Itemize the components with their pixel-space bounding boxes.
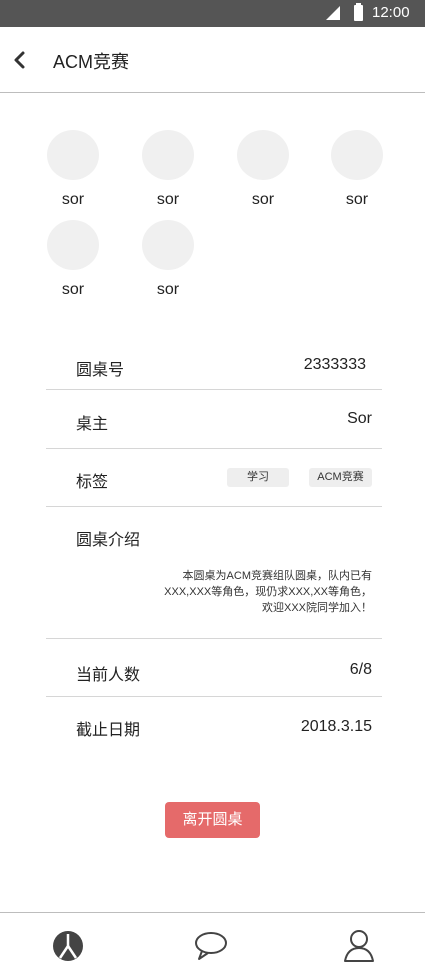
avatar	[142, 220, 194, 270]
chevron-left-icon	[14, 51, 25, 69]
table-id-label: 圆桌号	[76, 362, 125, 379]
avatar	[47, 220, 99, 270]
member-count-value: 6/8	[349, 661, 372, 678]
member-name: sor	[61, 281, 85, 298]
avatar	[331, 130, 383, 180]
leave-table-button[interactable]: 离开圆桌	[165, 802, 260, 838]
member-item[interactable]: sor	[233, 130, 293, 209]
battery-icon	[354, 3, 363, 21]
deadline-label: 截止日期	[76, 722, 141, 739]
intro-line: 本圆桌为ACM竞赛组队圆桌，队内已有	[182, 570, 372, 582]
deadline-row: 截止日期 2018.3.15	[46, 697, 382, 754]
member-item[interactable]: sor	[138, 220, 198, 299]
tab-roundtable[interactable]	[48, 925, 88, 965]
tags-row: 标签 学习 ACM竞赛	[46, 449, 382, 506]
intro-label: 圆桌介绍	[76, 532, 141, 549]
intro-text: 本圆桌为ACM竞赛组队圆桌，队内已有 XXX,XXX等角色，现仍求XXX,XX等…	[112, 568, 372, 616]
tab-messages[interactable]	[191, 925, 231, 965]
member-item[interactable]: sor	[43, 220, 103, 299]
status-bar: 12:00	[0, 0, 425, 27]
chat-bubble-icon	[195, 932, 227, 960]
status-time: 12:00	[372, 4, 410, 21]
member-item[interactable]: sor	[327, 130, 387, 209]
avatar	[47, 130, 99, 180]
member-name: sor	[156, 281, 180, 298]
member-count-row: 当前人数 6/8	[46, 639, 382, 696]
signal-icon	[326, 6, 340, 20]
member-name: sor	[156, 191, 180, 208]
tab-profile[interactable]	[339, 925, 379, 965]
header: ACM竞赛	[0, 27, 425, 93]
tags-label: 标签	[76, 474, 109, 491]
intro-row: 圆桌介绍 本圆桌为ACM竞赛组队圆桌，队内已有 XXX,XXX等角色，现仍求XX…	[46, 507, 382, 638]
roundtable-icon	[53, 931, 83, 961]
member-count-label: 当前人数	[76, 667, 141, 684]
intro-line: 欢迎XXX院同学加入！	[261, 602, 372, 614]
member-name: sor	[61, 191, 85, 208]
member-name: sor	[345, 191, 369, 208]
deadline-value: 2018.3.15	[300, 718, 372, 735]
owner-label: 桌主	[76, 416, 109, 433]
page-title: ACM竞赛	[53, 52, 129, 72]
table-id-value: 2333333	[303, 356, 366, 373]
member-item[interactable]: sor	[138, 130, 198, 209]
tag-badge[interactable]: ACM竞赛	[309, 468, 372, 487]
avatar	[237, 130, 289, 180]
member-item[interactable]: sor	[43, 130, 103, 209]
member-name: sor	[251, 191, 275, 208]
table-id-row: 圆桌号 2333333	[46, 340, 382, 390]
intro-line: XXX,XXX等角色，现仍求XXX,XX等角色，	[164, 586, 372, 598]
owner-row: 桌主 Sor	[46, 390, 382, 448]
back-button[interactable]	[8, 45, 36, 75]
owner-value: Sor	[347, 410, 372, 427]
tag-badge[interactable]: 学习	[227, 468, 289, 487]
person-icon	[344, 930, 374, 962]
avatar	[142, 130, 194, 180]
tab-bar	[0, 912, 425, 977]
